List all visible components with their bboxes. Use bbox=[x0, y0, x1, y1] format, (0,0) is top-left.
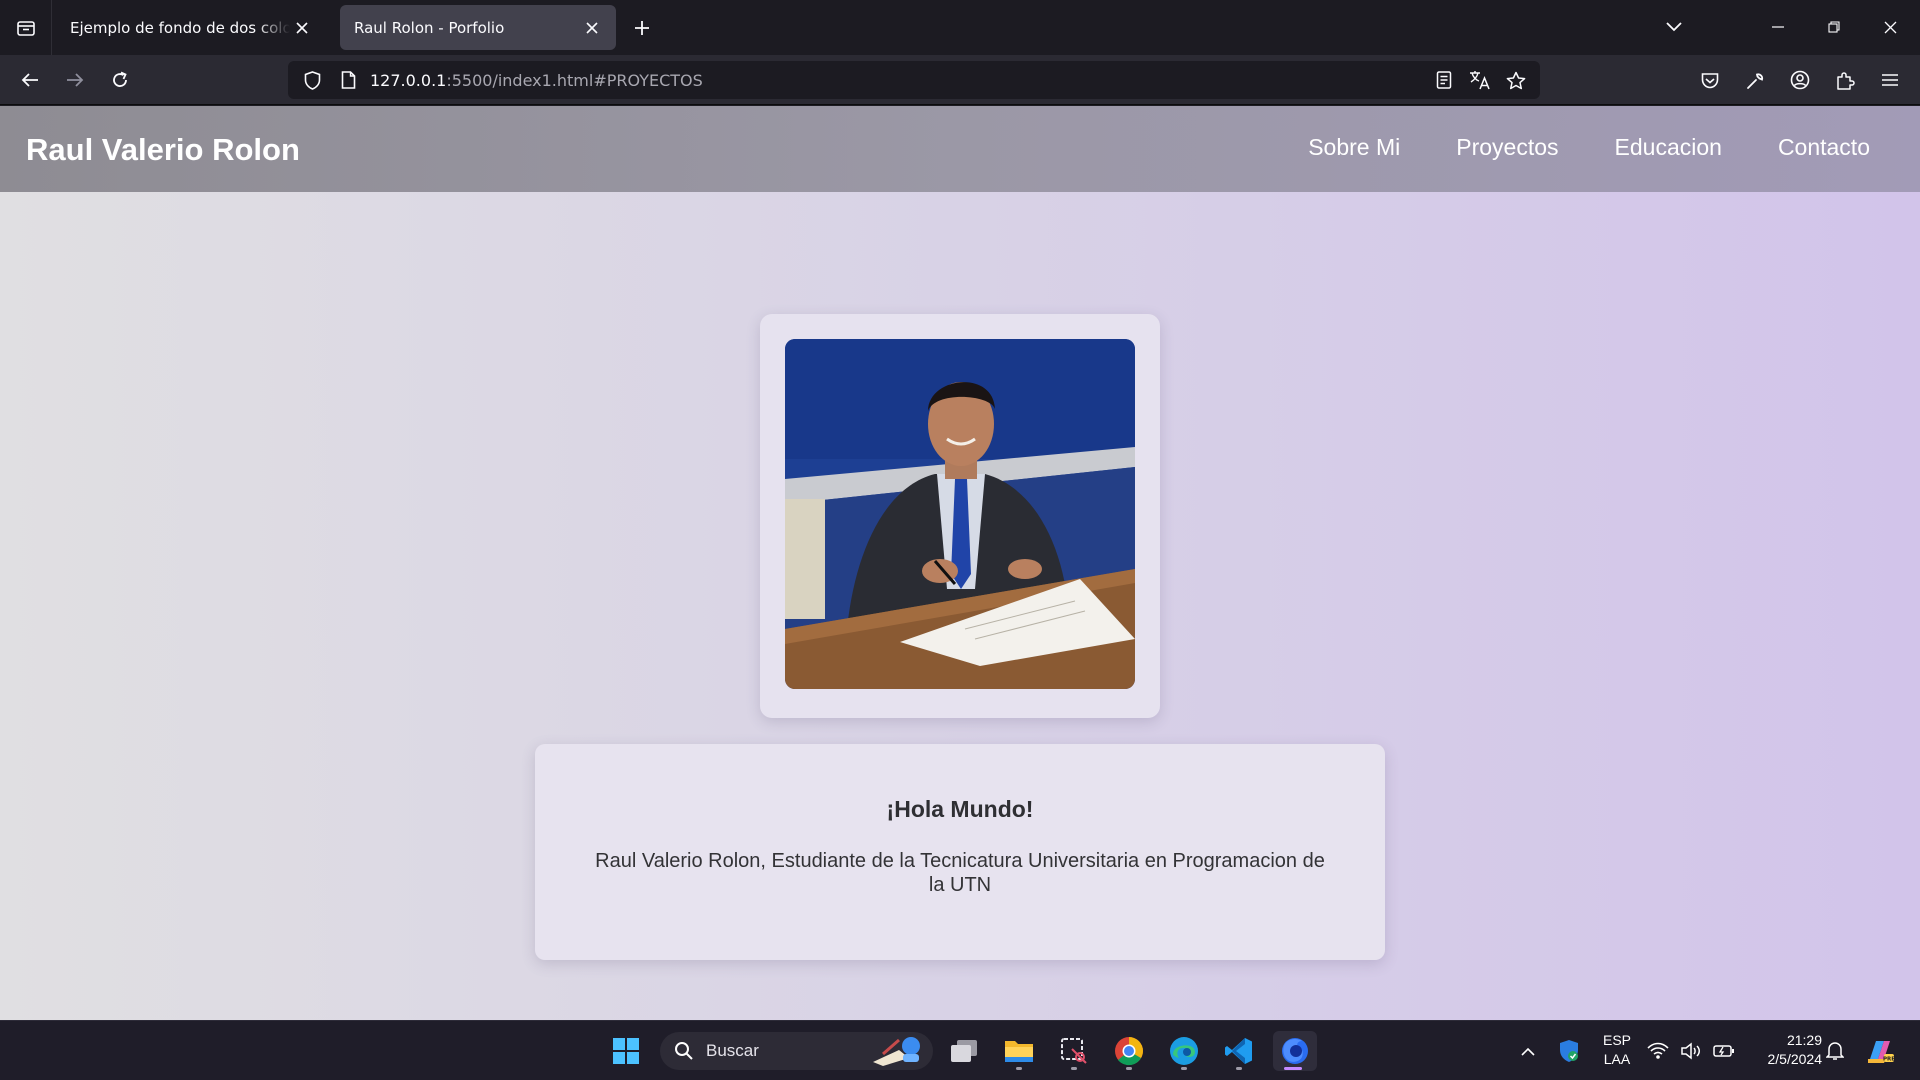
close-tab-icon[interactable] bbox=[290, 16, 314, 40]
url-text[interactable]: 127.0.0.1:5500/index1.html#PROYECTOS bbox=[366, 71, 1426, 90]
edge-icon[interactable] bbox=[1164, 1031, 1204, 1071]
tab-title: Raul Rolon - Porfolio bbox=[354, 18, 505, 37]
reader-view-icon[interactable] bbox=[1426, 62, 1462, 98]
pocket-icon[interactable] bbox=[1692, 62, 1728, 98]
clock-time: 21:29 bbox=[1786, 1032, 1822, 1048]
firefox-icon[interactable] bbox=[1273, 1031, 1317, 1071]
snipping-tool-icon[interactable] bbox=[1054, 1031, 1094, 1071]
taskbar-search-box[interactable]: Buscar bbox=[660, 1032, 933, 1070]
account-icon[interactable] bbox=[1782, 62, 1818, 98]
site-nav: Sobre Mi Proyectos Educacion Contacto bbox=[1308, 134, 1870, 161]
vscode-icon[interactable] bbox=[1219, 1031, 1259, 1071]
tab-raul-rolon-porfolio[interactable]: Raul Rolon - Porfolio bbox=[340, 5, 616, 50]
nav-link-educacion[interactable]: Educacion bbox=[1615, 134, 1722, 161]
list-all-tabs-chevron-icon[interactable] bbox=[1654, 8, 1694, 46]
intro-text: Raul Valerio Rolon, Estudiante de la Tec… bbox=[595, 850, 1325, 896]
notifications-bell-icon[interactable] bbox=[1818, 1031, 1852, 1071]
running-indicator bbox=[1181, 1067, 1187, 1070]
navigation-toolbar: 127.0.0.1:5500/index1.html#PROYECTOS bbox=[0, 55, 1920, 105]
tab-fondo-dos-colores[interactable]: Ejemplo de fondo de dos colores co bbox=[56, 5, 326, 50]
developer-tools-wrench-icon[interactable] bbox=[1737, 62, 1773, 98]
running-indicator bbox=[1284, 1067, 1302, 1070]
clock-date: 2/5/2024 bbox=[1767, 1051, 1823, 1067]
tracking-protection-shield-icon[interactable] bbox=[294, 62, 330, 98]
minimize-button[interactable] bbox=[1758, 8, 1798, 46]
url-path: :5500/index1.html#PROYECTOS bbox=[446, 70, 703, 90]
volume-icon[interactable] bbox=[1677, 1031, 1707, 1071]
restore-button[interactable] bbox=[1814, 8, 1854, 46]
bookmark-star-icon[interactable] bbox=[1498, 62, 1534, 98]
close-tab-icon[interactable] bbox=[580, 16, 604, 40]
battery-icon[interactable] bbox=[1709, 1031, 1739, 1071]
clock[interactable]: 21:29 2/5/2024 bbox=[1746, 1031, 1823, 1069]
windows-taskbar: Buscar ESP LAA 21:29 2/5/2024 PRE bbox=[0, 1020, 1920, 1080]
intro-card: ¡Hola Mundo! Raul Valerio Rolon, Estudia… bbox=[535, 744, 1385, 960]
new-tab-button[interactable] bbox=[628, 14, 656, 42]
tab-title: Ejemplo de fondo de dos colores co bbox=[70, 18, 290, 37]
task-view-icon[interactable] bbox=[944, 1031, 984, 1071]
security-shield-icon[interactable] bbox=[1551, 1031, 1587, 1071]
running-indicator bbox=[1126, 1067, 1132, 1070]
site-header: Raul Valerio Rolon Sobre Mi Proyectos Ed… bbox=[0, 106, 1920, 192]
running-indicator bbox=[1071, 1067, 1077, 1070]
running-indicator bbox=[1236, 1067, 1242, 1070]
extensions-puzzle-icon[interactable] bbox=[1827, 62, 1863, 98]
nav-link-contacto[interactable]: Contacto bbox=[1778, 134, 1870, 161]
file-explorer-icon[interactable] bbox=[999, 1031, 1039, 1071]
search-icon bbox=[675, 1042, 693, 1060]
svg-text:PRE: PRE bbox=[1883, 1057, 1895, 1063]
search-placeholder: Buscar bbox=[706, 1041, 759, 1060]
keyboard-layout: LAA bbox=[1603, 1051, 1631, 1067]
back-button[interactable] bbox=[12, 62, 48, 98]
input-language-indicator[interactable]: ESP LAA bbox=[1597, 1031, 1637, 1069]
show-hidden-icons-chevron-icon[interactable] bbox=[1508, 1031, 1548, 1071]
address-bar[interactable]: 127.0.0.1:5500/index1.html#PROYECTOS bbox=[288, 61, 1540, 99]
forward-button[interactable] bbox=[57, 62, 93, 98]
nav-link-sobre-mi[interactable]: Sobre Mi bbox=[1308, 134, 1400, 161]
reload-button[interactable] bbox=[102, 62, 138, 98]
browser-tabstrip: Ejemplo de fondo de dos colores co Raul … bbox=[0, 0, 1920, 55]
page-viewport: Raul Valerio Rolon Sobre Mi Proyectos Ed… bbox=[0, 106, 1920, 1020]
page-info-icon[interactable] bbox=[330, 62, 366, 98]
menu-hamburger-icon[interactable] bbox=[1872, 62, 1908, 98]
translate-icon[interactable] bbox=[1462, 62, 1498, 98]
language-code: ESP bbox=[1602, 1032, 1631, 1048]
wifi-icon[interactable] bbox=[1643, 1031, 1673, 1071]
nav-link-proyectos[interactable]: Proyectos bbox=[1456, 134, 1558, 161]
copilot-icon[interactable]: PRE bbox=[1860, 1031, 1900, 1071]
url-host: 127.0.0.1 bbox=[370, 70, 447, 90]
profile-photo bbox=[785, 339, 1135, 689]
intro-title: ¡Hola Mundo! bbox=[886, 796, 1034, 822]
windows-start-icon[interactable] bbox=[606, 1031, 646, 1071]
tab-list-icon[interactable] bbox=[0, 0, 52, 55]
running-indicator bbox=[1016, 1067, 1022, 1070]
search-highlight-icon bbox=[869, 1032, 925, 1071]
close-window-button[interactable] bbox=[1870, 8, 1910, 46]
site-brand: Raul Valerio Rolon bbox=[26, 132, 300, 167]
profile-photo-card bbox=[760, 314, 1160, 718]
chrome-icon[interactable] bbox=[1109, 1031, 1149, 1071]
